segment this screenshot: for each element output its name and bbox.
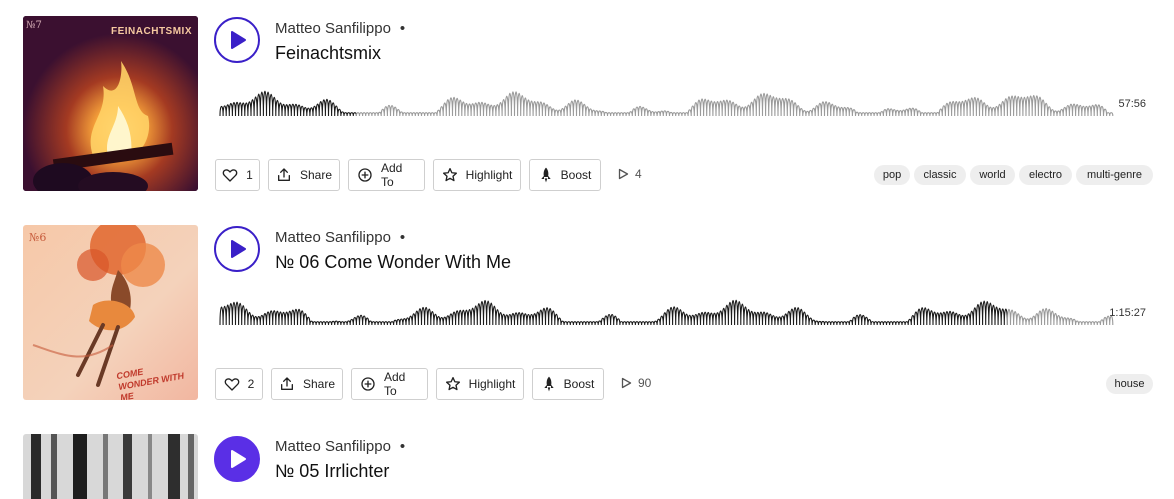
add-to-label: Add To [381, 161, 403, 189]
play-count-value: 4 [635, 167, 642, 181]
waveform-played [219, 90, 357, 117]
tag-chip[interactable]: house [1106, 374, 1153, 394]
share-label: Share [299, 168, 333, 182]
star-icon [442, 168, 457, 182]
like-button[interactable]: 2 [215, 368, 263, 400]
track-title[interactable]: № 06 Come Wonder With Me [275, 252, 511, 273]
tag-chip[interactable]: world [970, 165, 1015, 185]
like-button[interactable]: 1 [215, 159, 260, 191]
artist-label[interactable]: Matteo Sanfilippo [275, 20, 391, 37]
art-number: №6 [29, 231, 47, 244]
highlight-button[interactable]: Highlight [433, 159, 521, 191]
boost-button[interactable]: Boost [529, 159, 601, 191]
fireplace-artwork [23, 16, 198, 191]
rocket-icon [540, 167, 551, 183]
waveform[interactable] [216, 287, 1151, 329]
share-icon [280, 377, 293, 390]
heart-icon [224, 378, 240, 391]
add-to-button[interactable]: Add To [348, 159, 425, 191]
plus-circle-icon [358, 168, 372, 182]
artist-label[interactable]: Matteo Sanfilippo [275, 229, 391, 246]
play-icon [231, 240, 246, 258]
cover-art[interactable]: №6 COME WONDER WITH ME [23, 225, 198, 400]
highlight-button[interactable]: Highlight [436, 368, 524, 400]
play-button[interactable] [214, 17, 260, 63]
play-count: 90 [621, 376, 651, 390]
track-title[interactable]: Feinachtsmix [275, 43, 381, 64]
play-button[interactable] [214, 226, 260, 272]
artist-name[interactable]: Matteo Sanfilippo • [275, 20, 405, 37]
tag-chip[interactable]: classic [914, 165, 966, 185]
like-count: 2 [247, 377, 255, 391]
waveform[interactable] [216, 78, 1151, 120]
share-label: Share [302, 377, 336, 391]
tag-chip[interactable]: pop [874, 165, 910, 185]
play-button[interactable] [214, 436, 260, 482]
waveform-played [219, 299, 1008, 326]
share-icon [277, 168, 290, 181]
highlight-label: Highlight [465, 168, 513, 182]
track-title[interactable]: № 05 Irrlichter [275, 461, 389, 482]
art-number: №7 [26, 20, 42, 31]
forest-artwork [23, 434, 198, 499]
track-duration: 57:56 [1118, 98, 1146, 110]
star-icon [445, 377, 460, 391]
track-duration: 1:15:27 [1109, 307, 1146, 319]
separator-dot: • [399, 229, 406, 246]
play-icon [231, 31, 246, 49]
cover-art[interactable]: №7 FEINACHTSMIX [23, 16, 198, 191]
boost-label: Boost [563, 377, 595, 391]
play-count-icon [621, 377, 632, 389]
waveform-unplayed [355, 91, 1114, 117]
artist-label[interactable]: Matteo Sanfilippo [275, 438, 391, 455]
play-count-icon [618, 168, 629, 180]
art-title: FEINACHTSMIX [111, 26, 192, 37]
rocket-icon [543, 376, 554, 392]
play-count: 4 [618, 167, 642, 181]
heart-icon [222, 169, 238, 182]
boost-label: Boost [560, 168, 592, 182]
tag-chip[interactable]: multi-genre [1076, 165, 1153, 185]
plus-circle-icon [361, 377, 375, 391]
cover-art[interactable] [23, 434, 198, 499]
play-count-value: 90 [638, 376, 652, 390]
play-icon [231, 450, 246, 468]
artist-name[interactable]: Matteo Sanfilippo • [275, 229, 405, 246]
share-button[interactable]: Share [271, 368, 343, 400]
tag-chip[interactable]: electro [1019, 165, 1072, 185]
separator-dot: • [399, 20, 406, 37]
like-count: 1 [246, 168, 253, 182]
boost-button[interactable]: Boost [532, 368, 604, 400]
separator-dot: • [399, 438, 406, 455]
share-button[interactable]: Share [268, 159, 340, 191]
add-to-label: Add To [384, 370, 406, 398]
waveform-unplayed [1006, 307, 1114, 326]
artist-name[interactable]: Matteo Sanfilippo • [275, 438, 405, 455]
highlight-label: Highlight [468, 377, 516, 391]
add-to-button[interactable]: Add To [351, 368, 428, 400]
